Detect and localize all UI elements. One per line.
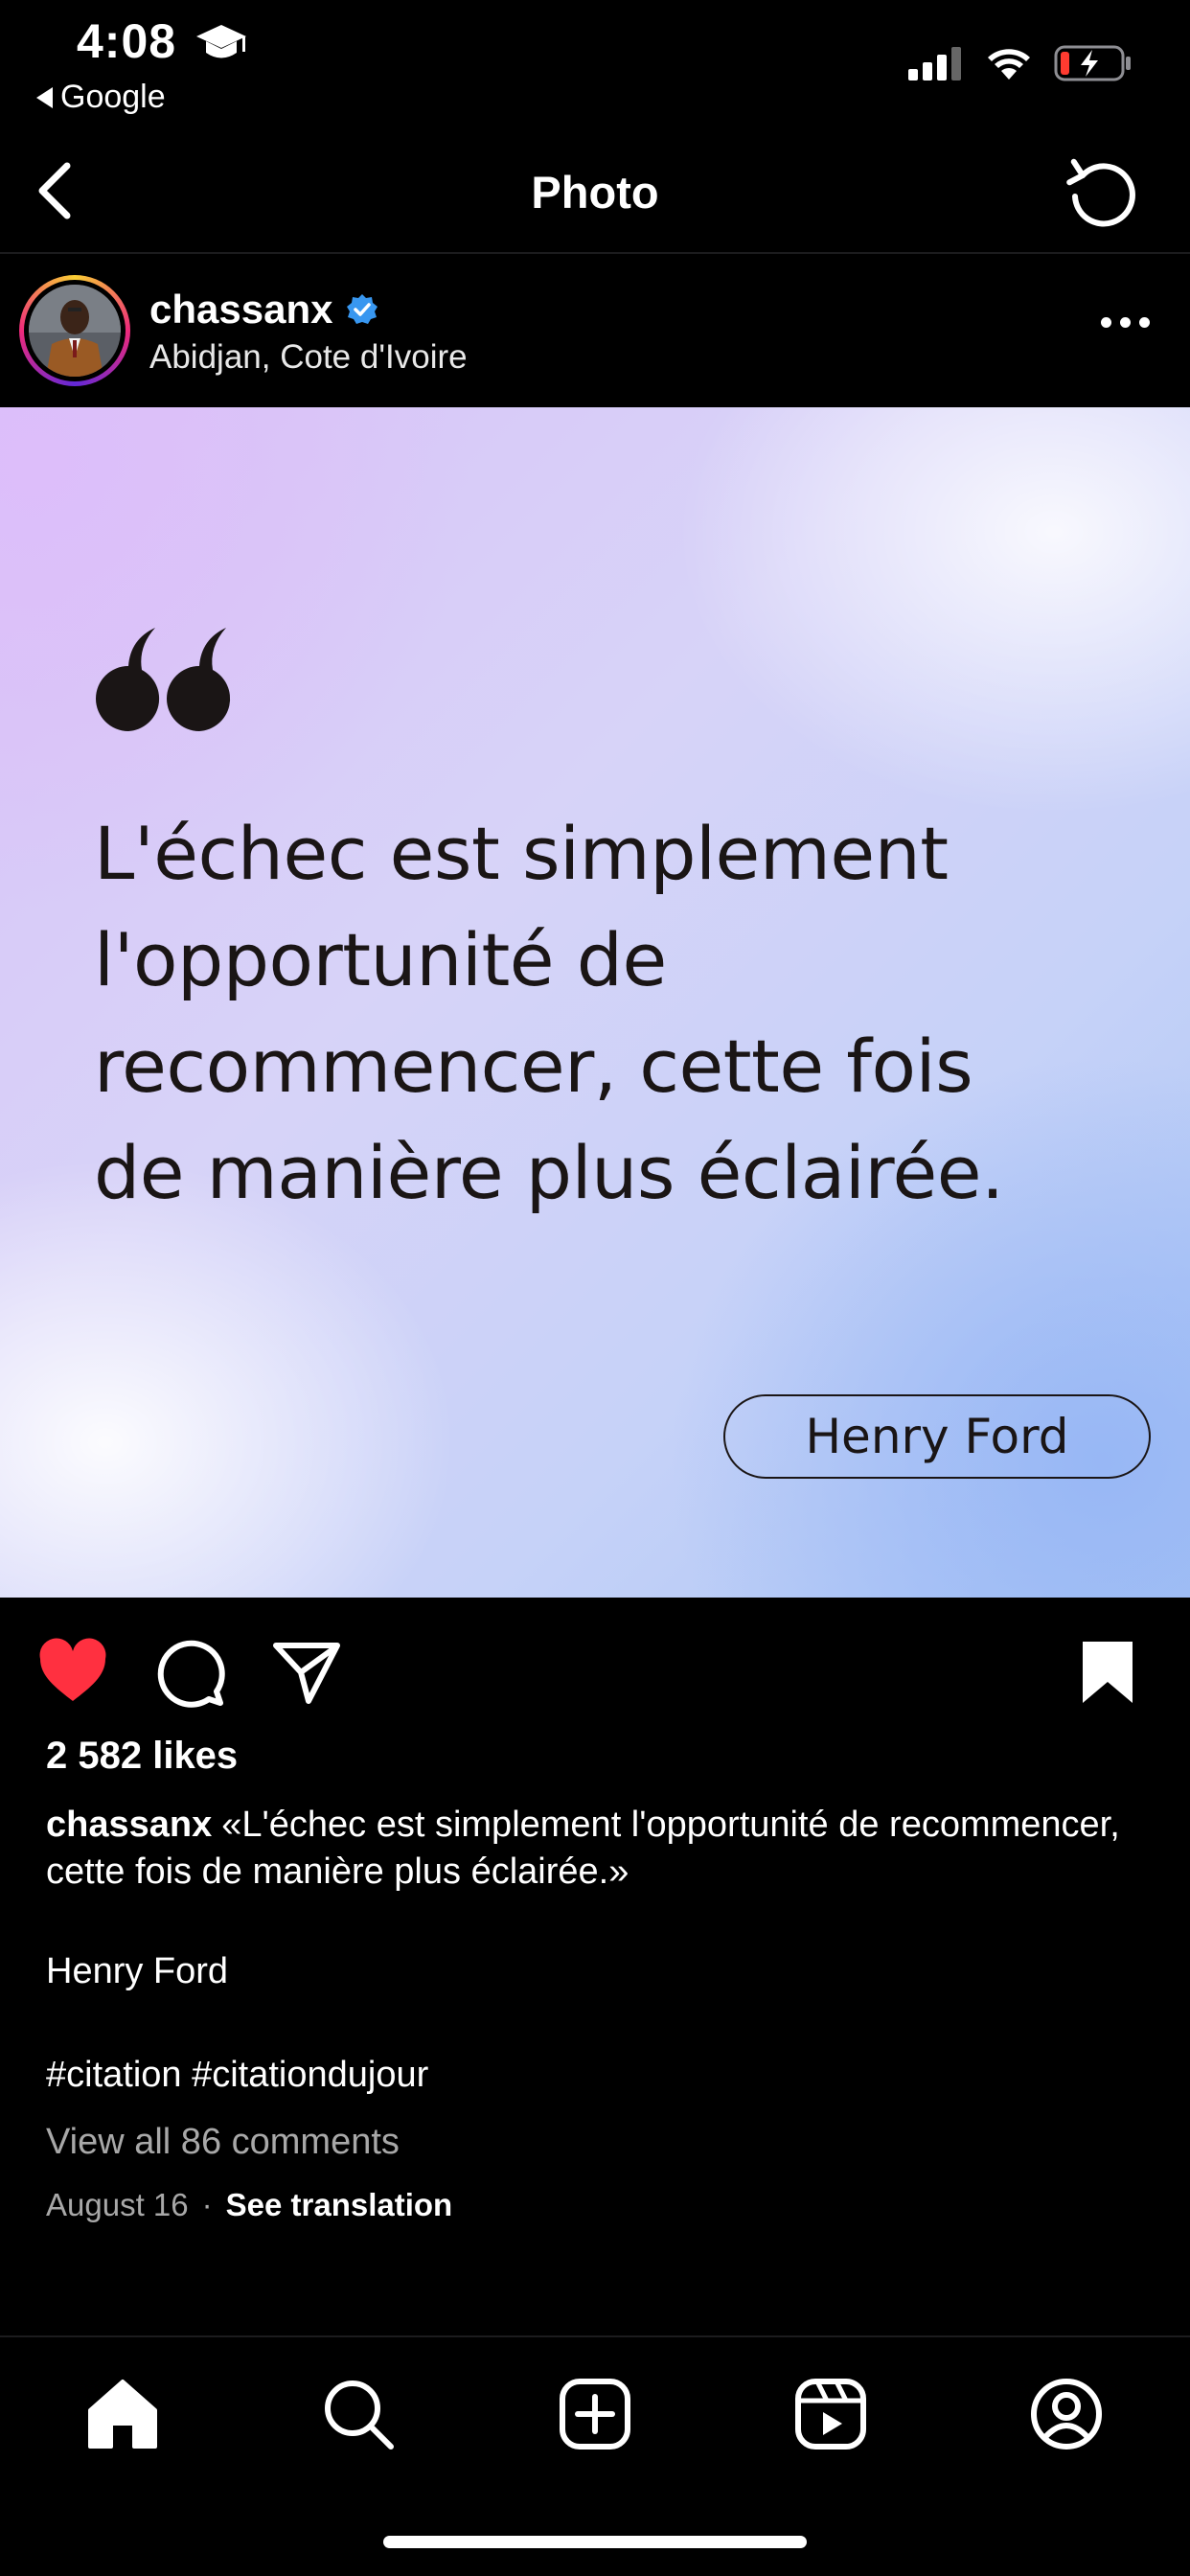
quote-mark-icon (96, 628, 231, 731)
create-icon[interactable] (557, 2376, 633, 2452)
meta-separator: · (201, 2187, 213, 2222)
caption-author: Henry Ford (46, 1951, 229, 1991)
page-title: Photo (531, 167, 659, 218)
view-comments-link[interactable]: View all 86 comments (46, 2122, 400, 2163)
caption-username[interactable]: chassanx (46, 1805, 212, 1845)
battery-charging-icon (1054, 45, 1131, 81)
top-header: Photo (0, 129, 1190, 254)
avatar[interactable] (19, 275, 130, 386)
profile-photo (29, 285, 121, 377)
share-icon[interactable] (270, 1636, 343, 1709)
back-to-app-link[interactable]: Google (36, 79, 166, 116)
post-header: chassanx Abidjan, Cote d'Ivoire (0, 254, 1190, 407)
bookmark-filled-icon[interactable] (1071, 1636, 1144, 1709)
post-image[interactable]: L'échec est simplement l'opportunité de … (0, 407, 1190, 1598)
status-time: 4:08 (77, 14, 177, 68)
graduation-cap-icon (196, 25, 246, 58)
back-app-label: Google (60, 79, 166, 115)
cellular-signal-icon (908, 47, 961, 80)
post-actions (0, 1598, 1190, 1741)
comment-icon[interactable] (153, 1636, 226, 1709)
profile-icon[interactable] (1028, 2376, 1105, 2452)
post-location[interactable]: Abidjan, Cote d'Ivoire (149, 338, 468, 377)
back-triangle-icon (36, 86, 53, 108)
quote-line: de manière plus éclairée. (94, 1130, 1004, 1215)
quote-line: l'opportunité de (94, 917, 667, 1002)
post-date: August 16 (46, 2187, 189, 2222)
quote-line: L'échec est simplement (94, 811, 949, 896)
wifi-icon (988, 49, 1030, 80)
reels-icon[interactable] (792, 2376, 869, 2452)
home-icon[interactable] (84, 2376, 161, 2452)
more-options-icon[interactable] (1101, 317, 1150, 328)
refresh-icon[interactable] (1064, 154, 1140, 231)
post-meta: August 16 · See translation (46, 2187, 452, 2223)
heart-filled-icon[interactable] (36, 1636, 109, 1709)
verified-badge-icon (347, 294, 378, 324)
quote-line: recommencer, cette fois (94, 1024, 973, 1109)
username-row[interactable]: chassanx (149, 287, 378, 333)
post-caption: chassanx «L'échec est simplement l'opport… (46, 1802, 1148, 1896)
status-icons (908, 44, 1133, 82)
search-icon[interactable] (320, 2376, 397, 2452)
status-bar: 4:08 Google (0, 0, 1190, 129)
quote-text: L'échec est simplement l'opportunité de … (94, 800, 1110, 1226)
quote-author-pill: Henry Ford (723, 1394, 1151, 1479)
hashtags[interactable]: #citation #citationdujour (46, 2055, 428, 2096)
home-indicator[interactable] (383, 2536, 807, 2548)
username[interactable]: chassanx (149, 287, 332, 333)
see-translation-link[interactable]: See translation (226, 2187, 453, 2223)
likes-count[interactable]: 2 582 likes (46, 1735, 238, 1778)
